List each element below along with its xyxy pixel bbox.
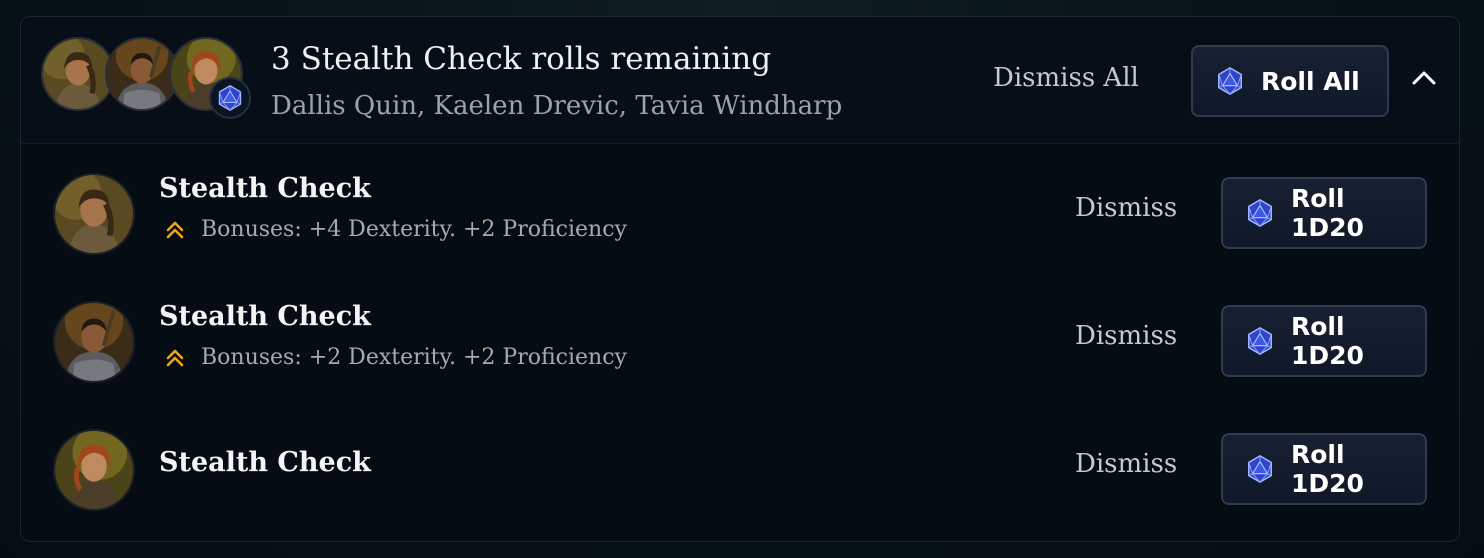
bonus-line: Bonuses: +2 Dexterity. +2 Proficiency <box>163 345 627 370</box>
pending-rolls-panel: 3 Stealth Check rolls remaining Dallis Q… <box>20 16 1460 542</box>
dismiss-button[interactable]: Dismiss <box>1075 321 1177 351</box>
dismiss-button[interactable]: Dismiss <box>1075 193 1177 223</box>
roll-title: Stealth Check <box>159 173 371 204</box>
roll-all-label: Roll All <box>1261 66 1360 96</box>
roll-title: Stealth Check <box>159 447 371 478</box>
roll-label: Roll 1D20 <box>1291 312 1364 370</box>
bonus-text: Bonuses: +2 Dexterity. +2 Proficiency <box>201 345 627 370</box>
d20-icon <box>1245 326 1275 356</box>
avatar <box>53 429 135 511</box>
roll-label: Roll 1D20 <box>1291 184 1364 242</box>
bonus-text: Bonuses: +4 Dexterity. +2 Proficiency <box>201 217 627 242</box>
roll-title: Stealth Check <box>159 301 371 332</box>
roll-all-button[interactable]: Roll All <box>1191 45 1389 117</box>
roll-1d20-button[interactable]: Roll 1D20 <box>1221 177 1427 249</box>
roll-label: Roll 1D20 <box>1291 440 1364 498</box>
bonus-line: Bonuses: +4 Dexterity. +2 Proficiency <box>163 217 627 242</box>
rolls-header: 3 Stealth Check rolls remaining Dallis Q… <box>21 17 1459 144</box>
d20-icon <box>1215 66 1245 96</box>
list-item: Stealth Check Bonuses: +2 Dexterity. +2 … <box>21 279 1459 407</box>
dismiss-all-button[interactable]: Dismiss All <box>993 63 1139 93</box>
double-chevron-up-icon <box>166 349 184 366</box>
d20-icon <box>1245 454 1275 484</box>
dismiss-button[interactable]: Dismiss <box>1075 449 1177 479</box>
double-chevron-up-icon <box>166 221 184 238</box>
roll-1d20-button[interactable]: Roll 1D20 <box>1221 305 1427 377</box>
list-item: Stealth Check Dismiss Roll 1D20 <box>21 407 1459 535</box>
d20-icon <box>209 77 251 119</box>
character-names: Dallis Quin, Kaelen Drevic, Tavia Windha… <box>271 91 843 121</box>
avatar <box>53 173 135 255</box>
page-title: 3 Stealth Check rolls remaining <box>271 41 772 77</box>
avatar <box>53 301 135 383</box>
avatar <box>105 37 179 111</box>
d20-icon <box>1245 198 1275 228</box>
chevron-up-icon[interactable] <box>1409 63 1439 93</box>
roll-1d20-button[interactable]: Roll 1D20 <box>1221 433 1427 505</box>
list-item: Stealth Check Bonuses: +4 Dexterity. +2 … <box>21 151 1459 279</box>
avatar <box>41 37 115 111</box>
